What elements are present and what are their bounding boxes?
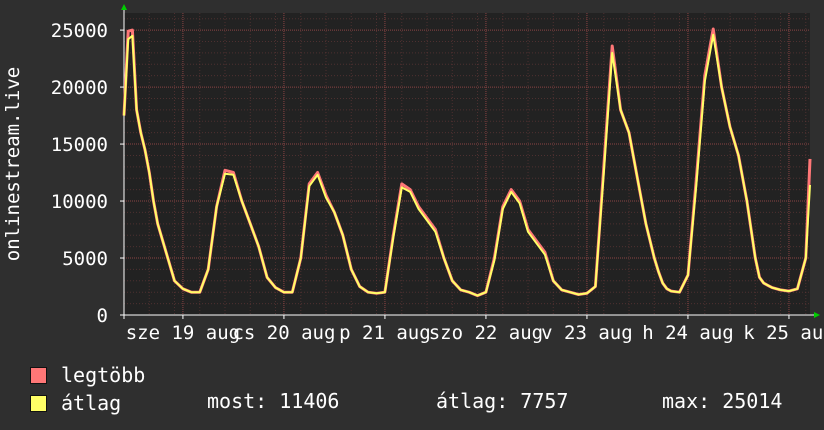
x-axis-arrow xyxy=(814,312,820,318)
x-tick-label: sze 19 aug xyxy=(126,322,240,344)
legend-swatch-atlag xyxy=(30,394,47,412)
stat-most: most: 11406 xyxy=(207,389,340,413)
chart-root: 0 5000 10000 15000 20000 25000 sze 19 aug cs 2… xyxy=(0,0,824,430)
y-tick-label: 0 xyxy=(97,305,108,327)
x-tick-label: h 24 aug xyxy=(642,322,734,344)
x-tick-labels: sze 19 augcs 20 aug p 21 augszo 22 augv 2… xyxy=(126,322,824,344)
x-tick-label: k 25 aug xyxy=(743,322,824,344)
legend-item-legtobb: legtöbb xyxy=(30,363,145,387)
x-tick-label: szo 22 aug xyxy=(429,322,543,344)
y-tick-label: 10000 xyxy=(51,191,108,213)
stat-max: max: 25014 xyxy=(662,389,783,413)
y-axis-label: onlinestream.live xyxy=(2,67,24,261)
x-tick-label: p 21 aug xyxy=(339,322,431,344)
x-tick-label: v 23 aug xyxy=(541,322,633,344)
legend-swatch-legtobb xyxy=(30,366,47,384)
y-tick-label: 25000 xyxy=(51,20,108,42)
y-tick-label: 5000 xyxy=(62,248,108,270)
legend-label-atlag: átlag xyxy=(61,391,122,415)
stat-atlag: átlag: 7757 xyxy=(436,389,569,413)
legend-item-atlag: átlag xyxy=(30,391,121,415)
x-tick-label: cs 20 aug xyxy=(232,322,335,344)
legend-label-legtobb: legtöbb xyxy=(61,363,146,387)
y-tick-label: 20000 xyxy=(51,77,108,99)
y-tick-label: 15000 xyxy=(51,134,108,156)
y-tick-labels: 0 5000 10000 15000 20000 25000 xyxy=(51,20,108,327)
y-axis-arrow xyxy=(121,4,127,10)
